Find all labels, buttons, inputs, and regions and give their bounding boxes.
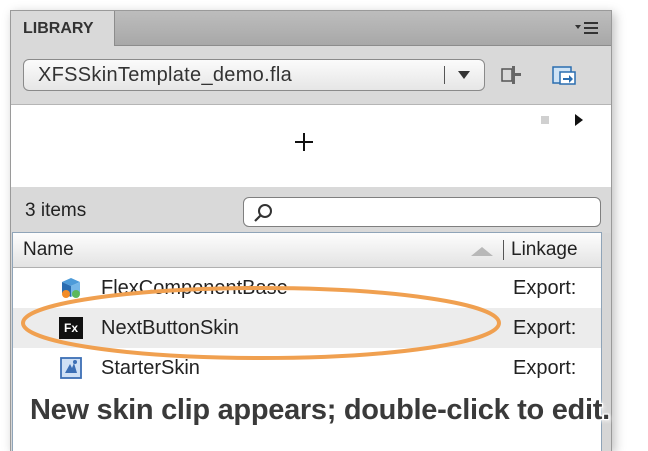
crosshair-icon [295, 133, 313, 151]
tutorial-caption: New skin clip appears; double-click to e… [30, 394, 610, 426]
item-linkage: Export: [513, 357, 577, 379]
file-row: XFSSkinTemplate_demo.fla [11, 46, 611, 104]
list-header: Name Linkage [13, 233, 601, 268]
highlight-ellipse [21, 286, 501, 360]
search-icon [254, 204, 272, 222]
select-divider [444, 66, 445, 84]
symbol-preview [11, 104, 611, 188]
stop-icon[interactable] [541, 116, 549, 124]
play-icon[interactable] [575, 114, 583, 126]
panel-menu-icon[interactable] [573, 20, 599, 36]
chevron-down-icon[interactable] [458, 71, 470, 79]
document-name: XFSSkinTemplate_demo.fla [38, 64, 292, 86]
document-select[interactable]: XFSSkinTemplate_demo.fla [23, 59, 485, 91]
column-header-linkage[interactable]: Linkage [511, 233, 578, 267]
item-linkage: Export: [513, 277, 577, 299]
panel-tab-bar: LIBRARY [11, 11, 611, 46]
sort-ascending-icon[interactable] [471, 247, 493, 256]
new-library-panel-icon[interactable] [551, 64, 577, 86]
search-input[interactable] [243, 197, 601, 227]
search-row: 3 items [11, 187, 611, 233]
pin-library-icon[interactable] [499, 64, 523, 86]
item-linkage: Export: [513, 317, 577, 339]
column-divider[interactable] [503, 240, 504, 260]
column-header-name[interactable]: Name [23, 233, 74, 267]
tab-library[interactable]: LIBRARY [11, 11, 115, 46]
item-count: 3 items [25, 200, 87, 221]
library-panel: LIBRARY XFSSkinTemplate_demo.fla 3 items… [10, 10, 612, 451]
